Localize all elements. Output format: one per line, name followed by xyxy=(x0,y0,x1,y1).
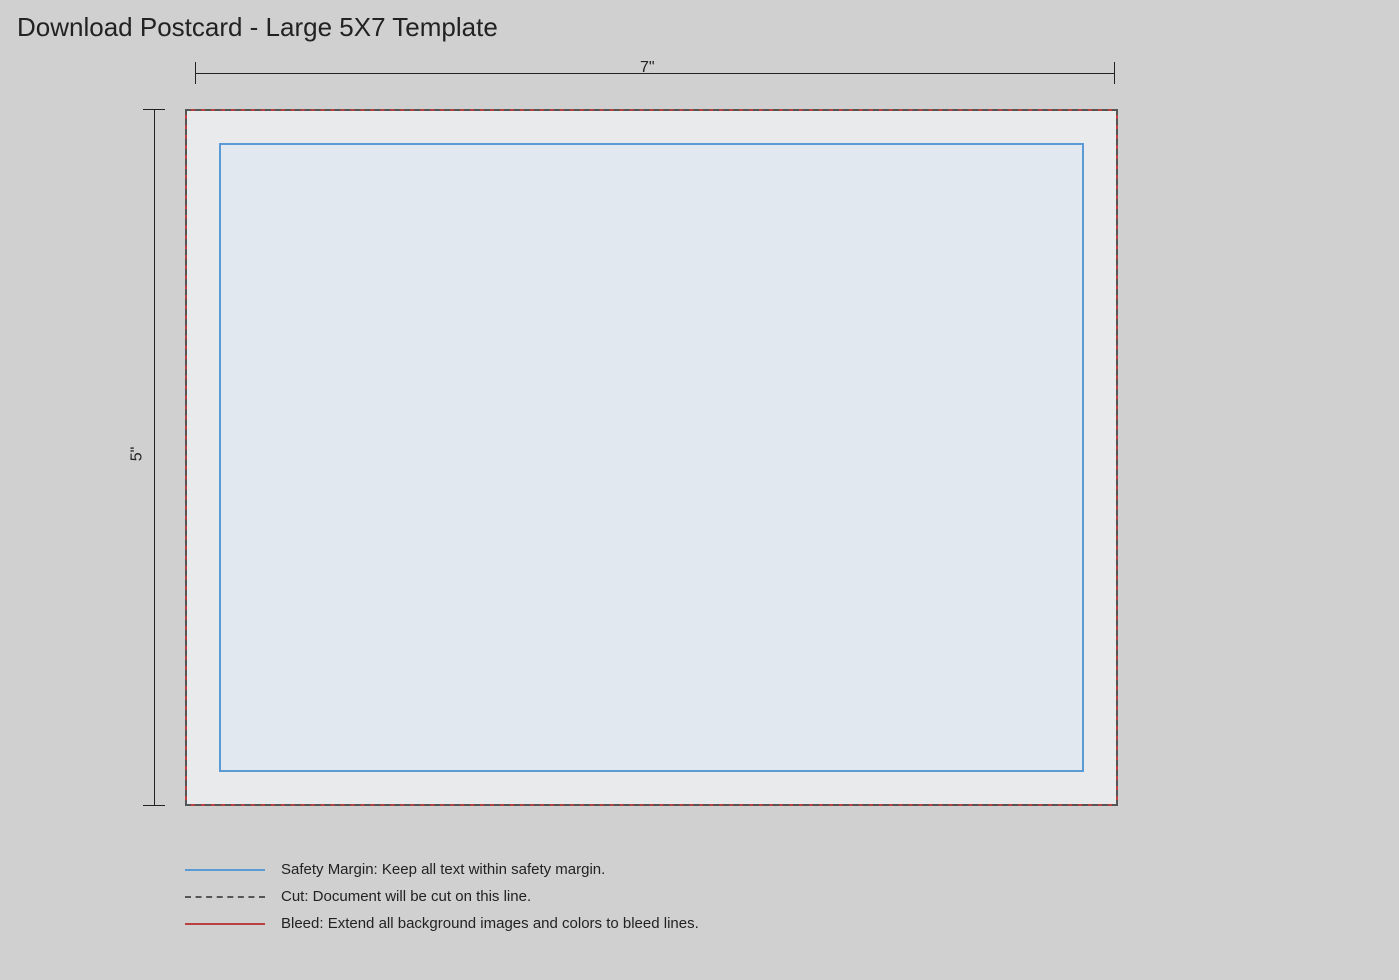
legend-bleed-label: Bleed: Extend all background images and … xyxy=(281,915,699,932)
safety-margin xyxy=(219,143,1084,772)
legend-bleed-line xyxy=(185,923,265,925)
legend: Safety Margin: Keep all text within safe… xyxy=(185,861,699,942)
legend-safety-label: Safety Margin: Keep all text within safe… xyxy=(281,861,605,878)
dim-h-line xyxy=(195,73,1115,74)
dim-v-line xyxy=(154,109,155,806)
legend-cut-item: Cut: Document will be cut on this line. xyxy=(185,888,699,905)
legend-safety-line xyxy=(185,869,265,871)
legend-cut-line xyxy=(185,896,265,898)
page-title: Download Postcard - Large 5X7 Template xyxy=(17,12,498,43)
dim-height-label: 5" xyxy=(128,447,146,462)
legend-bleed-item: Bleed: Extend all background images and … xyxy=(185,915,699,932)
legend-cut-label: Cut: Document will be cut on this line. xyxy=(281,888,531,905)
legend-safety-item: Safety Margin: Keep all text within safe… xyxy=(185,861,699,878)
dim-width-label: 7" xyxy=(640,59,655,77)
